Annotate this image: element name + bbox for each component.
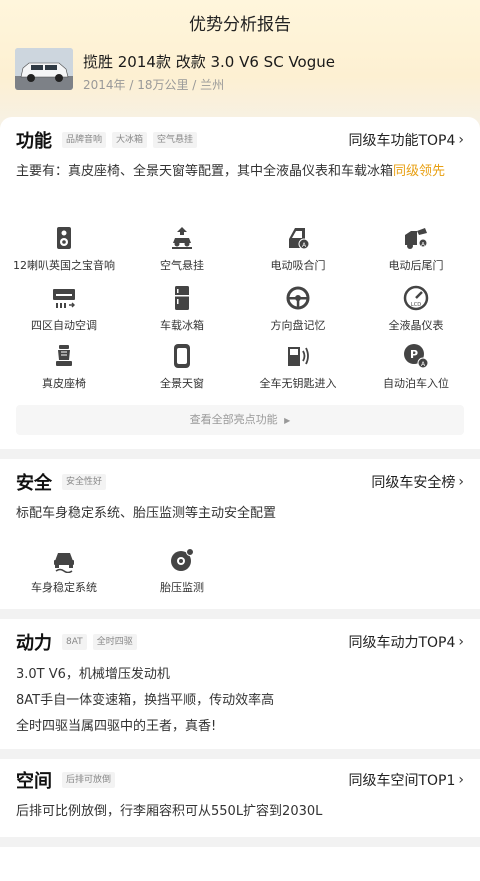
view-all-features-button[interactable]: 查看全部亮点功能 ▶ (16, 405, 464, 435)
feature-item[interactable]: 空气悬挂 (122, 225, 242, 273)
power-tag: 全时四驱 (92, 634, 137, 650)
soft-close-door-icon: A (289, 228, 310, 250)
feature-label: 12喇叭英国之宝音响 (13, 259, 115, 272)
safety-tag: 安全性好 (62, 474, 107, 490)
chevron-right-icon: › (458, 772, 464, 788)
space-tag: 后排可放倒 (62, 772, 116, 788)
safety-summary: 标配车身稳定系统、胎压监测等主动安全配置 (16, 506, 277, 521)
speaker-icon (57, 227, 71, 249)
power-rank-link[interactable]: 同级车动力TOP4 › (348, 632, 464, 652)
feature-item[interactable]: 12喇叭英国之宝音响 (4, 225, 124, 273)
feature-item[interactable]: 全车无钥匙进入 (238, 343, 358, 391)
power-card: 动力 8AT 全时四驱 同级车动力TOP4 › 3.0T V6，机械增压发动机 … (0, 619, 480, 749)
fridge-icon (175, 286, 189, 310)
steering-wheel-icon (286, 286, 310, 310)
space-summary: 后排可比例放倒，行李厢容积可从550L扩容到2030L (16, 804, 323, 819)
feature-label: 空气悬挂 (160, 259, 204, 272)
car-meta: 2014年 / 18万公里 / 兰州 (83, 78, 225, 92)
features-tag: 空气悬挂 (153, 132, 198, 148)
power-tag: 8AT (62, 634, 87, 650)
safety-card: 安全 安全性好 同级车安全榜 › 标配车身稳定系统、胎压监测等主动安全配置 车身… (0, 459, 480, 609)
feature-label: 全车无钥匙进入 (259, 377, 337, 390)
car-name: 揽胜 2014款 改款 3.0 V6 SC Vogue (83, 53, 335, 71)
feature-label: 电动后尾门 (388, 259, 444, 272)
car-thumbnail (15, 48, 73, 90)
triangle-right-icon: ▶ (284, 416, 291, 425)
feature-label: 四区自动空调 (31, 319, 97, 332)
feature-item[interactable]: A 电动吸合门 (238, 225, 358, 273)
space-rank-label: 同级车空间TOP1 (348, 773, 456, 789)
power-line: 3.0T V6，机械增压发动机 (16, 667, 170, 682)
feature-label: 全景天窗 (160, 377, 204, 390)
features-tag: 大冰箱 (112, 132, 148, 148)
space-rank-link[interactable]: 同级车空间TOP1 › (348, 770, 464, 790)
safety-item[interactable]: 车身稳定系统 (4, 547, 124, 595)
safety-header: 安全 安全性好 同级车安全榜 › (16, 469, 464, 495)
chevron-right-icon: › (458, 474, 464, 490)
safety-rank-link[interactable]: 同级车安全榜 › (371, 472, 464, 492)
power-line: 8AT手自一体变速箱，换挡平顺，传动效率高 (16, 693, 275, 708)
feature-item[interactable]: 全景天窗 (122, 343, 242, 391)
power-rank-label: 同级车动力TOP4 (348, 635, 456, 651)
space-header: 空间 后排可放倒 同级车空间TOP1 › (16, 767, 464, 793)
svg-text:LCD: LCD (411, 302, 421, 308)
features-rank-label: 同级车功能TOP4 (348, 133, 456, 149)
feature-item[interactable]: 真皮座椅 (4, 343, 124, 391)
features-summary: 主要有：真皮座椅、全景天窗等配置，其中全液晶仪表和车载冰箱同级领先 (16, 161, 464, 182)
features-tag: 品牌音响 (62, 132, 107, 148)
power-line: 全时四驱当属四驱中的王者，真香! (16, 719, 217, 734)
air-suspension-icon (172, 227, 192, 249)
feature-label: 真皮座椅 (42, 377, 86, 390)
safety-rank-label: 同级车安全榜 (371, 475, 456, 491)
svg-text:P: P (410, 348, 418, 361)
safety-item-label: 车身稳定系统 (31, 581, 97, 594)
auto-parking-icon: PA (404, 344, 429, 369)
feature-label: 全液晶仪表 (388, 319, 444, 332)
feature-label: 车载冰箱 (160, 319, 204, 332)
safety-item[interactable]: 胎压监测 (122, 547, 242, 595)
feature-label: 电动吸合门 (270, 259, 326, 272)
feature-item[interactable]: 车载冰箱 (122, 285, 242, 333)
climate-control-icon (53, 289, 75, 308)
space-title: 空间 (16, 771, 52, 792)
power-header: 动力 8AT 全时四驱 同级车动力TOP4 › (16, 629, 464, 655)
lcd-gauge-icon: LCD (403, 285, 429, 311)
page-title: 优势分析报告 (189, 15, 291, 35)
feature-item[interactable]: A 电动后尾门 (356, 225, 476, 273)
svg-text:A: A (421, 242, 425, 248)
next-card (0, 847, 480, 881)
space-card: 空间 后排可放倒 同级车空间TOP1 › 后排可比例放倒，行李厢容积可从550L… (0, 759, 480, 837)
feature-item[interactable]: PA 自动泊车入位 (356, 343, 476, 391)
panoramic-roof-icon (174, 344, 190, 368)
feature-label: 自动泊车入位 (383, 377, 449, 390)
features-summary-text: 主要有：真皮座椅、全景天窗等配置，其中全液晶仪表和车载冰箱 (16, 164, 394, 179)
features-rank-link[interactable]: 同级车功能TOP4 › (348, 130, 464, 150)
feature-item[interactable]: 方向盘记忆 (238, 285, 358, 333)
feature-item[interactable]: 四区自动空调 (4, 285, 124, 333)
features-title: 功能 (16, 131, 52, 152)
safety-title: 安全 (16, 473, 52, 494)
power-tailgate-icon: A (405, 228, 428, 249)
chevron-right-icon: › (458, 634, 464, 650)
power-title: 动力 (16, 633, 52, 654)
stability-control-icon (54, 553, 74, 573)
features-card: 功能 品牌音响 大冰箱 空气悬挂 同级车功能TOP4 › 主要有：真皮座椅、全景… (0, 117, 480, 449)
tire-pressure-icon (171, 548, 194, 571)
safety-item-label: 胎压监测 (160, 581, 204, 594)
view-all-label: 查看全部亮点功能 (189, 413, 278, 426)
features-header: 功能 品牌音响 大冰箱 空气悬挂 同级车功能TOP4 › (16, 127, 464, 153)
car-summary[interactable]: 揽胜 2014款 改款 3.0 V6 SC Vogue 2014年 / 18万公… (15, 48, 335, 93)
chevron-right-icon: › (458, 132, 464, 148)
feature-item[interactable]: LCD 全液晶仪表 (356, 285, 476, 333)
keyless-entry-icon (288, 347, 309, 366)
header-banner: 优势分析报告 揽胜 2014款 改款 3.0 V6 SC Vogue 2014年… (0, 0, 480, 128)
feature-label: 方向盘记忆 (270, 319, 326, 332)
features-summary-highlight: 同级领先 (393, 164, 446, 179)
leather-seat-icon (56, 345, 72, 366)
